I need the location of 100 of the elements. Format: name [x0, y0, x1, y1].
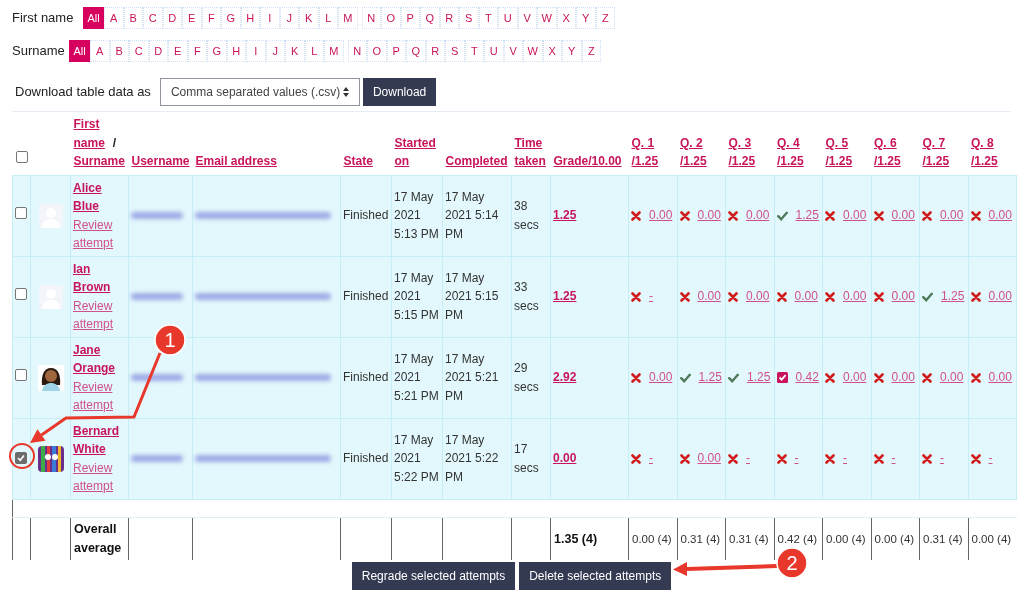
letter-filter[interactable]: V	[517, 7, 537, 29]
letter-filter[interactable]: X	[556, 7, 576, 29]
letter-filter[interactable]: B	[109, 40, 129, 62]
sort-link[interactable]: Q. 7	[922, 135, 946, 150]
letter-filter[interactable]: L	[318, 7, 338, 29]
mark-link[interactable]: 0.00	[746, 287, 770, 306]
sort-link[interactable]: Time taken	[514, 133, 548, 171]
letter-filter[interactable]: O	[367, 40, 387, 62]
grade-link[interactable]: 1.25	[553, 208, 577, 223]
mark-link[interactable]: 0.00	[649, 368, 673, 387]
grade-link[interactable]: 1.25	[553, 289, 577, 304]
letter-filter[interactable]: P	[400, 7, 420, 29]
checkbox[interactable]	[15, 151, 28, 163]
letter-filter[interactable]: W	[537, 7, 557, 29]
sort-link[interactable]: /1.25	[631, 154, 659, 168]
letter-filter[interactable]: X	[542, 40, 562, 62]
letter-filter[interactable]: M	[338, 7, 358, 29]
letter-filter[interactable]: Z	[595, 7, 615, 29]
letter-filter[interactable]: W	[523, 40, 543, 62]
letter-filter[interactable]: H	[226, 40, 246, 62]
sort-link[interactable]: /1.25	[680, 154, 707, 168]
letter-filter[interactable]: Q	[406, 40, 426, 62]
mark-link[interactable]: 0.00	[697, 449, 721, 468]
mark-link[interactable]: 1.25	[941, 287, 965, 306]
sort-link[interactable]: /1.25	[922, 154, 950, 168]
sort-link[interactable]: Q. 6	[874, 135, 897, 150]
mark-link[interactable]: 0.00	[697, 206, 721, 225]
sort-link[interactable]: Surname	[73, 154, 125, 168]
letter-filter[interactable]: G	[207, 40, 227, 62]
sort-link[interactable]: Q. 1	[631, 135, 655, 150]
sort-link[interactable]: Q. 5	[825, 135, 849, 150]
student-name-link[interactable]: Bernard White	[73, 421, 126, 459]
student-name-link[interactable]: Ian Brown	[73, 259, 126, 297]
letter-filter[interactable]: F	[201, 7, 221, 29]
review-attempt-link[interactable]: Review attempt	[73, 458, 126, 496]
letter-filter[interactable]: O	[381, 7, 401, 29]
sort-link[interactable]: /1.25	[728, 154, 756, 168]
letter-filter[interactable]: Q	[420, 7, 440, 29]
letter-filter[interactable]: I	[246, 40, 266, 62]
letter-filter[interactable]: T	[478, 7, 498, 29]
letter-filter[interactable]: V	[503, 40, 523, 62]
mark-link[interactable]: 0.00	[649, 206, 673, 225]
mark-link[interactable]: 0.42	[795, 368, 819, 387]
letter-filter[interactable]: U	[484, 40, 504, 62]
letter-filter[interactable]: B	[123, 7, 143, 29]
letter-filter[interactable]: U	[498, 7, 518, 29]
mark-link[interactable]: 0.00	[940, 368, 964, 387]
letter-filter[interactable]: M	[324, 40, 344, 62]
mark-link[interactable]: -	[891, 449, 896, 468]
letter-filter[interactable]: Z	[581, 40, 601, 62]
mark-link[interactable]: 0.00	[940, 206, 964, 225]
checkbox[interactable]	[15, 288, 27, 301]
letter-filter[interactable]: S	[459, 7, 479, 29]
letter-filter[interactable]: K	[299, 7, 319, 29]
letter-filter[interactable]: N	[361, 7, 381, 29]
download-button[interactable]: Download	[362, 78, 437, 106]
mark-link[interactable]: 0.00	[891, 368, 915, 387]
checkbox[interactable]	[15, 452, 27, 465]
letter-filter[interactable]: P	[386, 40, 406, 62]
attempt-action-button[interactable]: Regrade selected attempts	[351, 562, 516, 590]
letter-filter[interactable]: D	[148, 40, 168, 62]
mark-link[interactable]: 1.25	[747, 368, 771, 387]
letter-filter[interactable]: N	[347, 40, 367, 62]
letter-filter[interactable]: J	[279, 7, 299, 29]
sort-link[interactable]: Grade/10.00	[553, 152, 622, 171]
attempt-action-button[interactable]: Delete selected attempts	[519, 562, 672, 590]
sort-link[interactable]: Completed	[445, 152, 508, 171]
mark-link[interactable]: -	[794, 449, 799, 468]
mark-link[interactable]: 1.25	[698, 368, 722, 387]
checkbox[interactable]	[15, 207, 27, 220]
letter-filter[interactable]: H	[240, 7, 260, 29]
letter-filter[interactable]: R	[425, 40, 445, 62]
sort-link[interactable]: /1.25	[825, 154, 853, 168]
letter-filter[interactable]: D	[162, 7, 182, 29]
mark-link[interactable]: 0.00	[988, 287, 1012, 306]
checkbox[interactable]	[15, 369, 27, 382]
mark-link[interactable]: -	[649, 449, 653, 468]
sort-link[interactable]: Email address	[195, 152, 277, 171]
sort-link[interactable]: Q. 3	[728, 135, 752, 150]
review-attempt-link[interactable]: Review attempt	[73, 296, 126, 334]
format-select[interactable]: Comma separated values (.csv)	[159, 78, 360, 106]
sort-link[interactable]: State	[343, 152, 373, 171]
review-attempt-link[interactable]: Review attempt	[73, 377, 126, 415]
sort-link[interactable]: Q. 2	[680, 135, 703, 150]
review-attempt-link[interactable]: Review attempt	[73, 215, 126, 253]
mark-link[interactable]: 0.00	[794, 287, 818, 306]
letter-filter[interactable]: G	[221, 7, 241, 29]
mark-link[interactable]: -	[988, 449, 993, 468]
letter-filter[interactable]: Y	[576, 7, 596, 29]
letter-filter[interactable]: S	[445, 40, 465, 62]
sort-link[interactable]: Q. 4	[777, 135, 800, 150]
letter-filter[interactable]: T	[464, 40, 484, 62]
letter-filter[interactable]: A	[104, 7, 124, 29]
letter-filter[interactable]: J	[265, 40, 285, 62]
sort-link[interactable]: /1.25	[777, 154, 804, 168]
letter-filter[interactable]: C	[143, 7, 163, 29]
grade-link[interactable]: 2.92	[553, 370, 577, 385]
letter-filter[interactable]: L	[304, 40, 324, 62]
mark-link[interactable]: 0.00	[843, 287, 867, 306]
letter-filter[interactable]: C	[129, 40, 149, 62]
